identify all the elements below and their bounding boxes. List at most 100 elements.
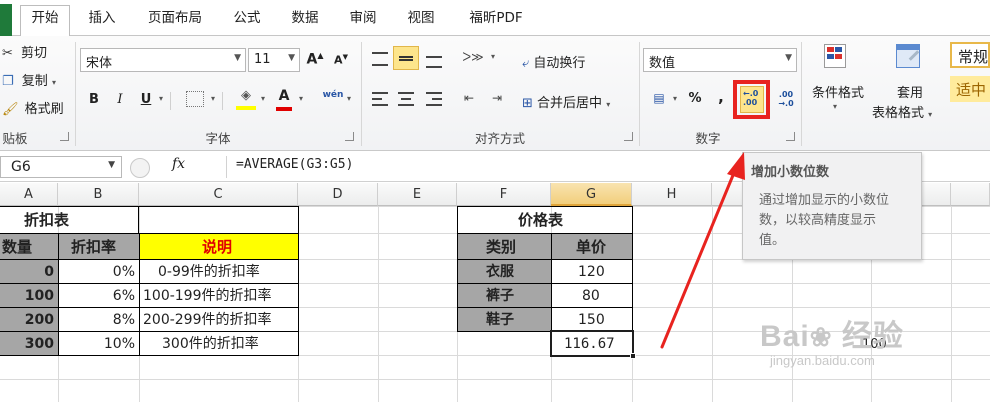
column-header-e[interactable]: E bbox=[378, 183, 457, 206]
alignment-dialog-launcher-icon[interactable] bbox=[624, 132, 633, 141]
phonetic-guide-icon[interactable]: wén bbox=[322, 90, 344, 100]
table-cell[interactable]: 0-99件的折扣率 bbox=[139, 259, 299, 284]
table-cell[interactable]: 120 bbox=[551, 259, 633, 284]
table-cell[interactable]: 150 bbox=[551, 307, 633, 332]
underline-button[interactable]: U bbox=[138, 92, 154, 107]
chevron-down-icon[interactable]: ▾ bbox=[208, 94, 218, 103]
font-dialog-launcher-icon[interactable] bbox=[345, 132, 354, 141]
shrink-font-icon[interactable]: A▼ bbox=[332, 53, 350, 67]
table-cell[interactable]: 300件的折扣率 bbox=[139, 331, 299, 356]
table-cell[interactable]: 衣服 bbox=[457, 259, 552, 284]
column-header-d[interactable]: D bbox=[298, 183, 378, 206]
font-name-dropdown[interactable]: 宋体 ▼ bbox=[80, 48, 246, 72]
table-cell[interactable]: 鞋子 bbox=[457, 307, 552, 332]
increase-decimal-button[interactable]: ←.0.00 bbox=[740, 86, 764, 113]
price-header-price: 单价 bbox=[576, 238, 607, 256]
table-cell[interactable]: 300 bbox=[0, 331, 59, 356]
decrease-decimal-icon[interactable]: .00 →.0 bbox=[776, 90, 796, 108]
align-bottom-icon[interactable] bbox=[426, 56, 442, 68]
format-as-table-line1[interactable]: 套用 bbox=[880, 82, 940, 101]
table-header-cell[interactable]: 折扣率 bbox=[58, 233, 140, 260]
format-as-table-button[interactable]: 表格格式 ▾ bbox=[872, 102, 946, 121]
wrap-text-button[interactable]: ⤶ 自动换行 bbox=[522, 52, 622, 71]
accounting-format-icon[interactable]: ▤ bbox=[650, 91, 668, 105]
merge-center-button[interactable]: ⊞ 合并后居中 ▾ bbox=[522, 92, 632, 111]
number-format-dropdown[interactable]: 数值 ▼ bbox=[643, 48, 797, 72]
chevron-down-icon[interactable]: ▾ bbox=[258, 94, 268, 103]
file-tab[interactable] bbox=[0, 4, 12, 36]
align-middle-button[interactable] bbox=[393, 46, 419, 70]
font-size-dropdown[interactable]: 11 ▼ bbox=[248, 48, 300, 72]
clipboard-dialog-launcher-icon[interactable] bbox=[60, 132, 69, 141]
align-center-icon[interactable] bbox=[398, 92, 414, 106]
font-color-icon[interactable]: A bbox=[274, 88, 294, 112]
table-cell[interactable]: 6% bbox=[58, 283, 140, 308]
table-cell[interactable]: 0 bbox=[0, 259, 59, 284]
cut-button[interactable]: ✂ 剪切 bbox=[2, 42, 72, 62]
formula-bar-resize-handle[interactable] bbox=[130, 158, 150, 178]
conditional-formatting-icon[interactable] bbox=[820, 42, 850, 72]
discount-title-cell[interactable]: 折扣表 bbox=[0, 206, 139, 234]
column-header-b[interactable]: B bbox=[58, 183, 139, 206]
tab-view[interactable]: 视图 bbox=[396, 6, 446, 36]
selected-cell-g6[interactable]: 116.67 bbox=[550, 330, 636, 359]
column-header-f[interactable]: F bbox=[457, 183, 551, 206]
column-header-a[interactable]: A bbox=[0, 183, 58, 206]
align-right-icon[interactable] bbox=[426, 92, 442, 106]
tab-formulas[interactable]: 公式 bbox=[222, 6, 272, 36]
column-header-g[interactable]: G bbox=[551, 183, 632, 206]
comma-style-button[interactable]: , bbox=[716, 88, 726, 106]
table-cell[interactable]: 80 bbox=[551, 283, 633, 308]
name-box[interactable]: G6 ▼ bbox=[0, 156, 122, 178]
increase-indent-icon[interactable]: ⇥ bbox=[488, 91, 506, 105]
table-header-cell[interactable]: 数量 bbox=[0, 233, 59, 260]
table-cell[interactable]: 0% bbox=[58, 259, 140, 284]
italic-button[interactable]: I bbox=[112, 92, 128, 107]
percent-style-button[interactable]: % bbox=[688, 91, 702, 106]
column-header-c[interactable]: C bbox=[139, 183, 298, 206]
tab-data[interactable]: 数据 bbox=[280, 6, 330, 36]
chevron-down-icon[interactable]: ▾ bbox=[344, 94, 354, 103]
borders-icon[interactable] bbox=[186, 91, 204, 107]
orientation-icon[interactable]: ᐳ≫ bbox=[460, 50, 486, 64]
format-as-table-icon[interactable] bbox=[894, 42, 924, 72]
chevron-down-icon[interactable]: ▾ bbox=[296, 94, 306, 103]
chevron-down-icon[interactable]: ▾ bbox=[670, 94, 680, 103]
table-header-cell[interactable]: 类别 bbox=[457, 233, 552, 260]
table-cell[interactable]: 10% bbox=[58, 331, 140, 356]
table-cell[interactable]: 200 bbox=[0, 307, 59, 332]
table-cell[interactable] bbox=[138, 206, 299, 234]
copy-button[interactable]: ❐ 复制 ▾ bbox=[2, 70, 72, 90]
table-cell[interactable]: 100 bbox=[0, 283, 59, 308]
table-cell[interactable]: 200-299件的折扣率 bbox=[139, 307, 299, 332]
bold-button[interactable]: B bbox=[86, 92, 102, 107]
tooltip-title: 增加小数位数 bbox=[751, 165, 830, 180]
formula-input[interactable]: =AVERAGE(G3:G5) bbox=[236, 157, 353, 172]
tab-page-layout[interactable]: 页面布局 bbox=[136, 6, 214, 36]
align-top-icon[interactable] bbox=[372, 52, 388, 66]
tab-review[interactable]: 审阅 bbox=[338, 6, 388, 36]
column-header-h[interactable]: H bbox=[632, 183, 712, 206]
chevron-down-icon[interactable]: ▾ bbox=[156, 94, 166, 103]
table-cell[interactable]: 裤子 bbox=[457, 283, 552, 308]
table-header-cell[interactable]: 说明 bbox=[139, 233, 299, 260]
table-header-cell[interactable]: 单价 bbox=[551, 233, 633, 260]
style-neutral[interactable]: 适中 bbox=[950, 76, 990, 102]
table-cell[interactable]: 8% bbox=[58, 307, 140, 332]
format-painter-button[interactable]: 🖌 格式刷 bbox=[2, 98, 72, 118]
price-title-cell[interactable]: 价格表 bbox=[457, 206, 633, 234]
conditional-formatting-button[interactable]: 条件格式 bbox=[806, 82, 870, 101]
tab-foxit-pdf[interactable]: 福昕PDF bbox=[456, 6, 536, 36]
number-dialog-launcher-icon[interactable] bbox=[786, 132, 795, 141]
tab-home[interactable]: 开始 bbox=[20, 5, 70, 37]
style-normal[interactable]: 常规 bbox=[950, 42, 990, 68]
decrease-indent-icon[interactable]: ⇤ bbox=[460, 91, 478, 105]
insert-function-icon[interactable]: fx bbox=[172, 156, 222, 178]
chevron-down-icon[interactable]: ▾ bbox=[488, 52, 498, 61]
fill-color-icon[interactable]: ◈ bbox=[236, 88, 256, 112]
table-cell[interactable]: 100-199件的折扣率 bbox=[139, 283, 299, 308]
align-left-icon[interactable] bbox=[372, 92, 388, 106]
grow-font-icon[interactable]: A▲ bbox=[306, 51, 324, 68]
tab-insert[interactable]: 插入 bbox=[78, 6, 126, 36]
fill-handle[interactable] bbox=[630, 353, 636, 359]
